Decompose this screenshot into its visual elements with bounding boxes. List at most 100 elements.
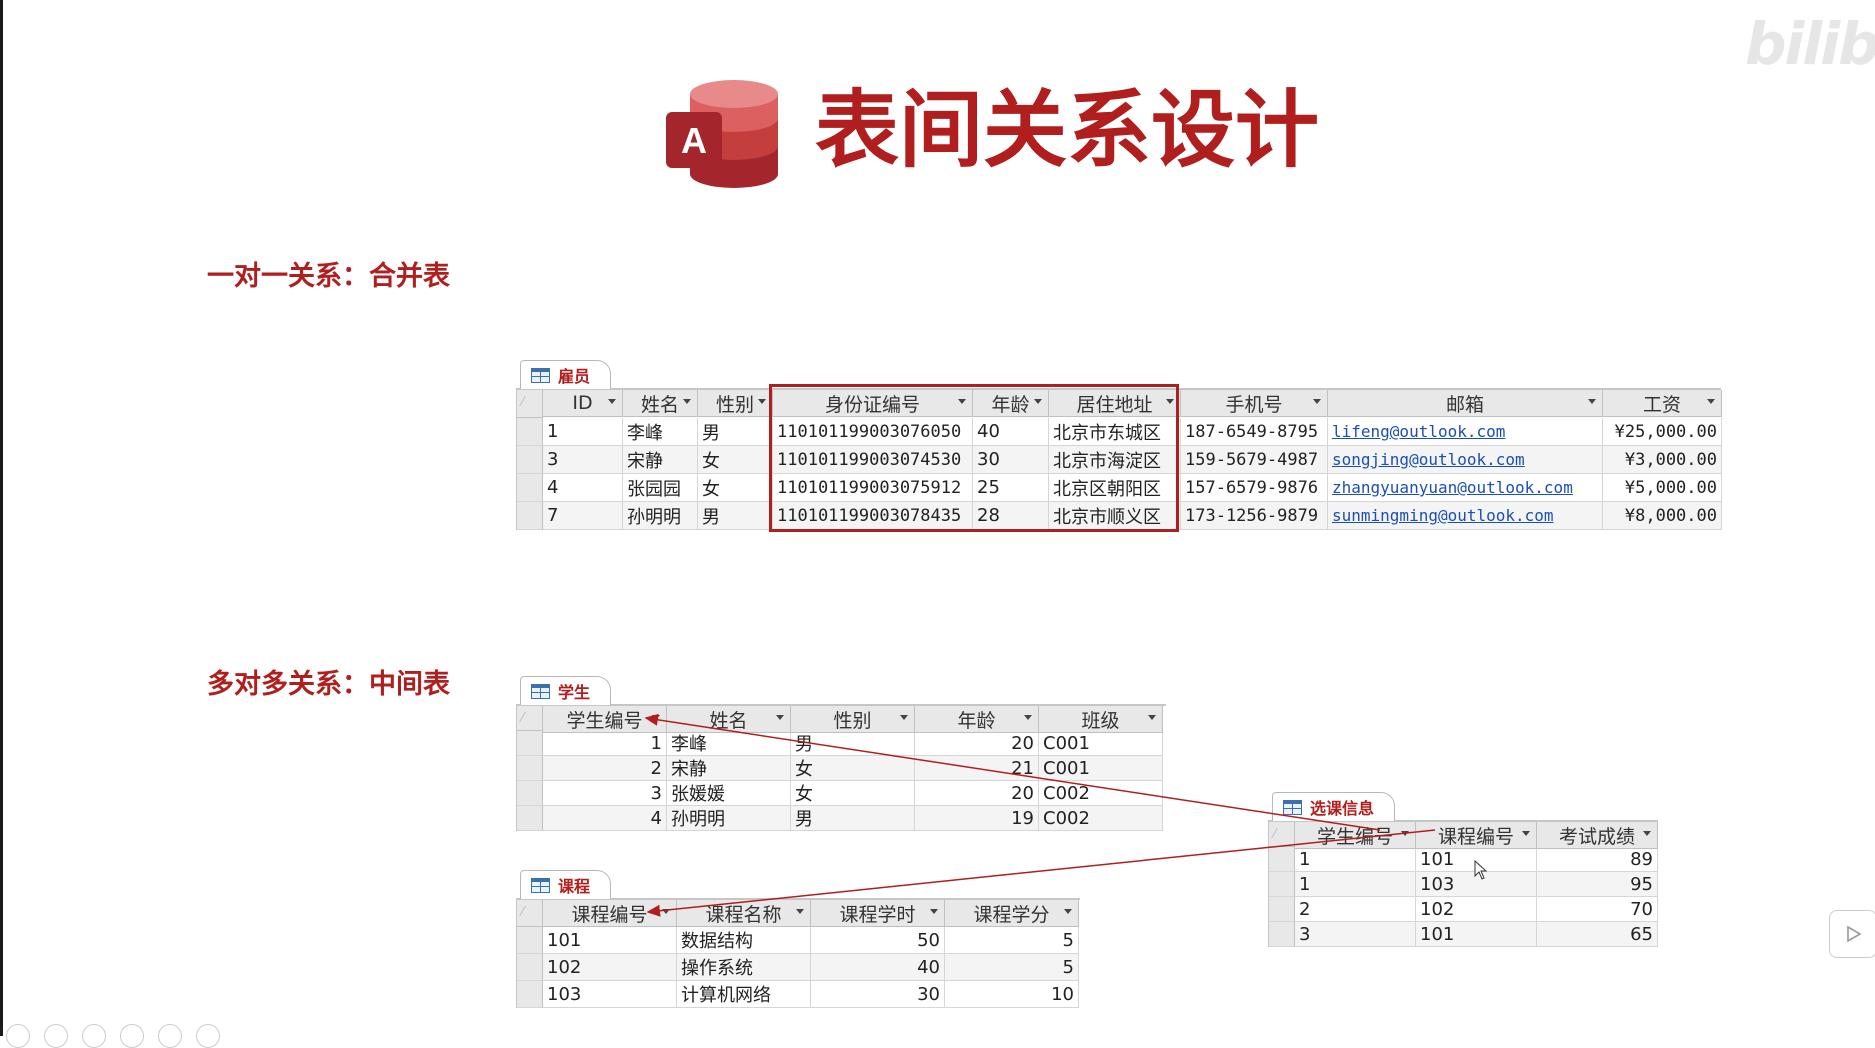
table-cell[interactable]: 30: [811, 981, 945, 1008]
courses-tab[interactable]: 课程: [520, 870, 612, 899]
dropdown-arrow-icon[interactable]: [1024, 715, 1032, 720]
dropdown-arrow-icon[interactable]: [1148, 715, 1156, 720]
dropdown-arrow-icon[interactable]: [1522, 831, 1530, 836]
dropdown-arrow-icon[interactable]: [1064, 909, 1072, 914]
dropdown-arrow-icon[interactable]: [683, 399, 691, 404]
table-cell[interactable]: 101: [1416, 922, 1537, 947]
employees-tab[interactable]: 雇员: [520, 360, 612, 389]
table-cell[interactable]: 102: [543, 954, 677, 981]
table-cell[interactable]: lifeng@outlook.com: [1328, 418, 1603, 446]
dropdown-arrow-icon[interactable]: [796, 909, 804, 914]
students-tab[interactable]: 学生: [520, 676, 612, 705]
record-selector[interactable]: [517, 806, 543, 831]
table-cell[interactable]: 张园园: [623, 474, 698, 502]
dropdown-arrow-icon[interactable]: [652, 715, 660, 720]
dropdown-arrow-icon[interactable]: [900, 715, 908, 720]
table-cell[interactable]: 50: [811, 927, 945, 954]
table-cell[interactable]: songjing@outlook.com: [1328, 446, 1603, 474]
record-selector[interactable]: [517, 731, 543, 756]
record-selector[interactable]: [517, 981, 543, 1008]
table-cell[interactable]: 157-6579-9876: [1181, 474, 1328, 502]
table-cell[interactable]: 计算机网络: [677, 981, 811, 1008]
table-cell[interactable]: 187-6549-8795: [1181, 418, 1328, 446]
column-header[interactable]: 课程学分: [945, 900, 1079, 927]
table-cell[interactable]: 李峰: [667, 731, 791, 756]
table-cell[interactable]: 3: [543, 446, 623, 474]
select-all-corner[interactable]: [517, 706, 543, 731]
table-cell[interactable]: 2: [543, 756, 667, 781]
table-cell[interactable]: 女: [698, 446, 773, 474]
dropdown-arrow-icon[interactable]: [1401, 831, 1409, 836]
record-selector[interactable]: [1269, 922, 1295, 947]
table-cell[interactable]: 40: [811, 954, 945, 981]
select-all-corner[interactable]: [1269, 822, 1295, 847]
table-cell[interactable]: 10: [945, 981, 1079, 1008]
enrollment-tab[interactable]: 选课信息: [1272, 792, 1396, 821]
table-cell[interactable]: C002: [1039, 806, 1163, 831]
table-cell[interactable]: 21: [915, 756, 1039, 781]
table-cell[interactable]: 宋静: [623, 446, 698, 474]
record-selector[interactable]: [517, 954, 543, 981]
column-header[interactable]: 学生编号: [1295, 822, 1416, 849]
table-cell[interactable]: 1: [1295, 872, 1416, 897]
table-cell[interactable]: 101: [543, 927, 677, 954]
table-cell[interactable]: 70: [1537, 897, 1658, 922]
table-cell[interactable]: 女: [791, 781, 915, 806]
column-header[interactable]: 工资: [1603, 390, 1722, 417]
record-selector[interactable]: [517, 756, 543, 781]
play-button[interactable]: [1829, 910, 1875, 958]
record-selector[interactable]: [517, 781, 543, 806]
table-cell[interactable]: ¥3,000.00: [1603, 446, 1722, 474]
table-cell[interactable]: 女: [698, 474, 773, 502]
table-cell[interactable]: 男: [791, 731, 915, 756]
column-header[interactable]: 课程名称: [677, 900, 811, 927]
column-header[interactable]: 考试成绩: [1537, 822, 1658, 849]
dropdown-arrow-icon[interactable]: [1588, 399, 1596, 404]
table-cell[interactable]: ¥8,000.00: [1603, 502, 1722, 530]
table-cell[interactable]: sunmingming@outlook.com: [1328, 502, 1603, 530]
table-cell[interactable]: 7: [543, 502, 623, 530]
table-cell[interactable]: 102: [1416, 897, 1537, 922]
table-cell[interactable]: 1: [543, 418, 623, 446]
table-cell[interactable]: 5: [945, 927, 1079, 954]
record-selector[interactable]: [517, 474, 543, 502]
column-header[interactable]: 课程编号: [543, 900, 677, 927]
dropdown-arrow-icon[interactable]: [1707, 399, 1715, 404]
dropdown-arrow-icon[interactable]: [1643, 831, 1651, 836]
record-selector[interactable]: [517, 418, 543, 446]
table-cell[interactable]: 李峰: [623, 418, 698, 446]
column-header[interactable]: 邮箱: [1328, 390, 1603, 417]
dropdown-arrow-icon[interactable]: [930, 909, 938, 914]
toolbar-icon[interactable]: [196, 1024, 220, 1048]
table-cell[interactable]: ¥25,000.00: [1603, 418, 1722, 446]
toolbar-icon[interactable]: [6, 1024, 30, 1048]
column-header[interactable]: 学生编号: [543, 706, 667, 733]
table-cell[interactable]: 3: [543, 781, 667, 806]
table-cell[interactable]: 20: [915, 781, 1039, 806]
dropdown-arrow-icon[interactable]: [662, 909, 670, 914]
table-cell[interactable]: 张媛媛: [667, 781, 791, 806]
column-header[interactable]: 年龄: [915, 706, 1039, 733]
record-selector[interactable]: [517, 446, 543, 474]
column-header[interactable]: ID: [543, 390, 623, 417]
table-cell[interactable]: 男: [698, 418, 773, 446]
table-cell[interactable]: 4: [543, 806, 667, 831]
table-cell[interactable]: 19: [915, 806, 1039, 831]
toolbar-icon[interactable]: [120, 1024, 144, 1048]
dropdown-arrow-icon[interactable]: [776, 715, 784, 720]
table-cell[interactable]: ¥5,000.00: [1603, 474, 1722, 502]
table-cell[interactable]: 数据结构: [677, 927, 811, 954]
table-cell[interactable]: zhangyuanyuan@outlook.com: [1328, 474, 1603, 502]
column-header[interactable]: 性别: [791, 706, 915, 733]
table-cell[interactable]: C002: [1039, 781, 1163, 806]
table-cell[interactable]: 宋静: [667, 756, 791, 781]
table-cell[interactable]: 173-1256-9879: [1181, 502, 1328, 530]
table-cell[interactable]: 95: [1537, 872, 1658, 897]
table-cell[interactable]: 159-5679-4987: [1181, 446, 1328, 474]
table-cell[interactable]: 操作系统: [677, 954, 811, 981]
table-cell[interactable]: 女: [791, 756, 915, 781]
table-cell[interactable]: 1: [1295, 847, 1416, 872]
table-cell[interactable]: 89: [1537, 847, 1658, 872]
table-cell[interactable]: 1: [543, 731, 667, 756]
table-cell[interactable]: 5: [945, 954, 1079, 981]
